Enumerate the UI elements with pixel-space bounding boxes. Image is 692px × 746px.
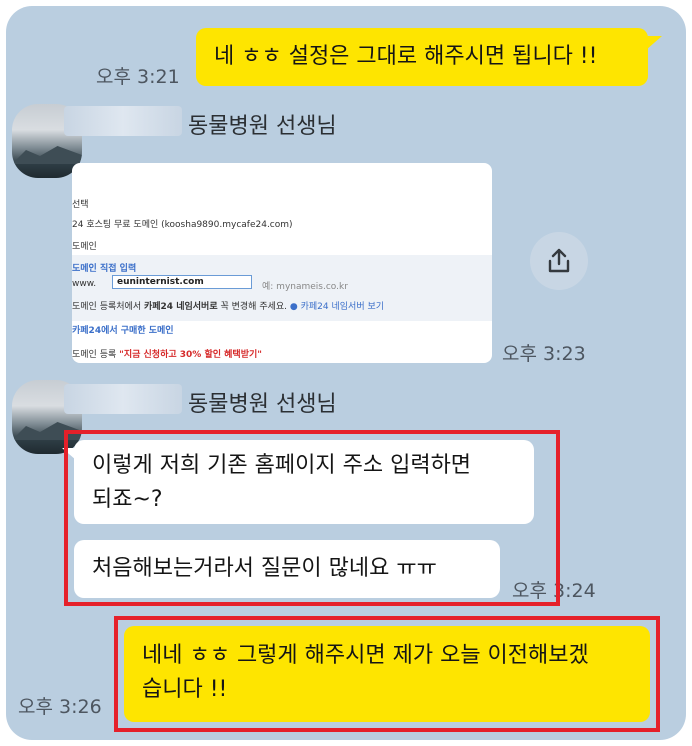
chat-room: 오후 3:21 네 ㅎㅎ 설정은 그대로 해주시면 됩니다 !! 동물병원 선생… xyxy=(6,6,686,740)
blurred-sender-name xyxy=(64,384,182,414)
image-attachment[interactable]: 선택 24 호스팅 무료 도메인 (koosha9890.mycafe24.co… xyxy=(72,163,492,363)
image-text: 도메인 직접 입력 xyxy=(72,264,137,274)
sender-name: 동물병원 선생님 xyxy=(188,114,337,139)
message-time: 오후 3:21 xyxy=(96,66,180,88)
image-text: 도메인 등록 "지금 신청하고 30% 할인 혜택받기" xyxy=(72,350,262,360)
my-message-bubble[interactable]: 네 ㅎㅎ 설정은 그대로 해주시면 됩니다 !! xyxy=(196,28,648,86)
share-button[interactable] xyxy=(530,232,588,290)
image-text: www. xyxy=(72,279,97,289)
image-text: 카페24에서 구매한 도메인 xyxy=(72,326,174,336)
share-upload-icon xyxy=(548,248,570,273)
sender-name: 동물병원 선생님 xyxy=(188,392,337,417)
message-text: 네 ㅎㅎ 설정은 그대로 해주시면 됩니다 !! xyxy=(214,44,598,69)
image-text: 24 호스팅 무료 도메인 (koosha9890.mycafe24.com) xyxy=(72,220,293,230)
image-text: 선택 xyxy=(72,200,89,210)
bubble-tail xyxy=(646,36,662,50)
message-time: 오후 3:26 xyxy=(18,696,102,718)
image-text: 예: mynameis.co.kr xyxy=(262,282,348,292)
highlight-box xyxy=(64,430,560,606)
highlight-box xyxy=(114,616,660,732)
image-text: 도메인 등록처에서 카페24 네임서버로 꼭 변경해 주세요. ● 카페24 네… xyxy=(72,302,385,312)
message-time: 오후 3:23 xyxy=(502,343,586,365)
image-text: 도메인 xyxy=(72,242,97,252)
blurred-sender-name xyxy=(64,106,182,136)
image-input: euninternist.com xyxy=(112,275,252,289)
